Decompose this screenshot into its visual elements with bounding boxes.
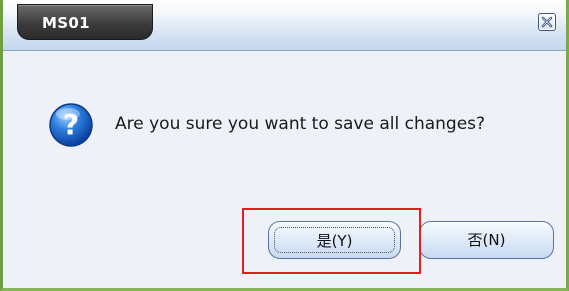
- yes-button-focus-ring: 是(Y): [274, 227, 395, 253]
- close-button[interactable]: [538, 13, 556, 31]
- no-button[interactable]: 否(N): [419, 221, 554, 259]
- svg-text:?: ?: [63, 108, 79, 141]
- dialog-content: ? Are you sure you want to save all chan…: [3, 51, 566, 288]
- yes-button-label: 是(Y): [316, 232, 353, 250]
- question-icon: ?: [49, 103, 93, 147]
- dialog-message: Are you sure you want to save all change…: [115, 114, 486, 134]
- title-tab: MS01: [17, 4, 153, 40]
- yes-button[interactable]: 是(Y): [268, 221, 401, 259]
- close-icon: [541, 16, 553, 28]
- window-title: MS01: [42, 14, 90, 32]
- dialog-window: MS01 ? Are you sure you want to save all…: [0, 0, 569, 291]
- no-button-label: 否(N): [467, 231, 506, 249]
- title-bar[interactable]: MS01: [3, 0, 566, 51]
